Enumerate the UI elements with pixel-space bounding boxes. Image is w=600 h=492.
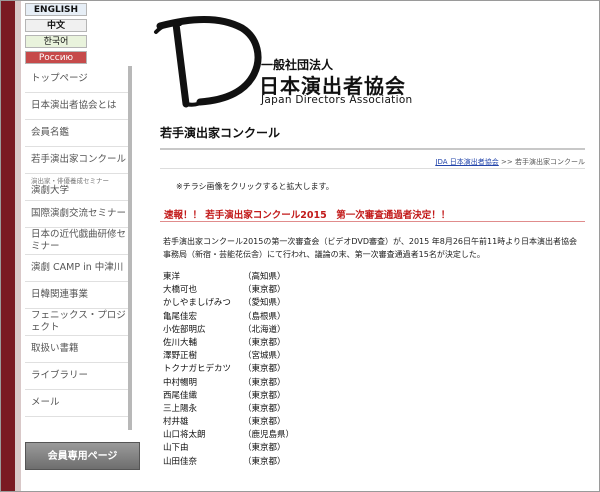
finalist-row: 佐川大輔 （東京都）: [163, 336, 363, 349]
finalist-prefecture: （東京都）: [243, 364, 286, 375]
sidebar-item-about[interactable]: 日本演出者協会とは: [25, 93, 130, 120]
finalist-name: トクナガヒデカツ: [163, 364, 232, 375]
finalist-prefecture: （愛知県）: [243, 298, 286, 309]
sidebar-item-label: メール: [31, 397, 60, 408]
sidebar-item-label: 会員名鑑: [31, 127, 70, 138]
sidebar-item-label: ライブラリー: [31, 370, 89, 381]
finalist-name: 西尾佳織: [163, 390, 198, 401]
finalist-name: 山口将太朗: [163, 430, 206, 441]
sidebar-item-label: 日韓関連事業: [31, 289, 89, 300]
headline-divider: [160, 221, 585, 222]
finalist-row: 澤野正樹 （宮城県）: [163, 349, 363, 362]
finalist-prefecture: （東京都）: [243, 403, 286, 414]
finalist-row: 東洋 （高知県）: [163, 270, 363, 283]
sidebar-item-theater-college[interactable]: 演出家・俳優養成セミナー 演劇大学: [25, 174, 130, 201]
finalist-name: 東洋: [163, 272, 181, 282]
news-headline: 速報！！ 若手演出家コンクール2015 第一次審査通過者決定！！: [164, 210, 451, 221]
finalist-row: 亀尾佳宏 （島根県）: [163, 310, 363, 323]
sidebar-item-label: 演劇 CAMP in 中津川: [31, 262, 124, 273]
sidebar-item-label: トップページ: [31, 73, 88, 84]
flyer-note: ※チラシ画像をクリックすると拡大します。: [176, 182, 334, 191]
finalist-name: 山下由: [163, 443, 189, 454]
finalist-prefecture: （東京都）: [243, 443, 286, 454]
sidebar-item-label: 若手演出家コンクール: [31, 154, 127, 165]
sidebar-item-japan-korea[interactable]: 日韓関連事業: [25, 282, 130, 309]
sidebar-item-books[interactable]: 取扱い書籍: [25, 336, 130, 363]
sidebar-item-label: 日本の近代戯曲研修セミナー: [31, 229, 127, 252]
sidebar-item-label: 日本演出者協会とは: [31, 100, 117, 111]
title-divider: [160, 148, 585, 150]
logo-english-name: Japan Directors Association: [261, 94, 413, 106]
finalist-prefecture: （東京都）: [243, 456, 286, 467]
finalist-prefecture: （東京都）: [243, 337, 286, 348]
lang-russian-button[interactable]: Россию: [25, 51, 87, 64]
finalist-row: 中村暢明 （東京都）: [163, 376, 363, 389]
member-page-button[interactable]: 会員専用ページ: [25, 442, 140, 470]
finalist-prefecture: （島根県）: [243, 311, 286, 322]
left-decor-strip: [1, 1, 15, 491]
headline-band: 速報！！ 若手演出家コンクール2015 第一次審査通過者決定！！: [160, 205, 585, 221]
finalist-row: 山田佳奈 （東京都）: [163, 455, 363, 468]
announcement-text: 若手演出家コンクール2015の第一次審査会（ビデオDVD審査）が、2015 年8…: [163, 237, 578, 259]
sidebar-item-label: 国際演劇交流セミナー: [31, 208, 127, 219]
finalist-name: 亀尾佳宏: [163, 311, 198, 322]
sidebar-item-sublabel: 演出家・俳優養成セミナー: [31, 177, 109, 185]
finalist-name: 小佐部明広: [163, 324, 206, 335]
sidebar-item-contest[interactable]: 若手演出家コンクール: [25, 147, 130, 174]
lang-chinese-button[interactable]: 中文: [25, 19, 87, 32]
finalist-row: 西尾佳織 （東京都）: [163, 389, 363, 402]
finalist-name: 山田佳奈: [163, 456, 198, 467]
sidebar-item-members[interactable]: 会員名鑑: [25, 120, 130, 147]
sidebar-nav: トップページ 日本演出者協会とは 会員名鑑 若手演出家コンクール 演出家・俳優養…: [25, 66, 130, 417]
sidebar-item-label: 取扱い書籍: [31, 343, 79, 354]
finalist-prefecture: （鹿児島県）: [243, 430, 295, 441]
finalist-row: かしやましげみつ （愛知県）: [163, 296, 363, 309]
finalist-name: 村井雄: [163, 417, 189, 428]
lang-english-button[interactable]: ENGLISH: [25, 3, 87, 16]
breadcrumb-separator: >>: [498, 158, 515, 166]
breadcrumb: JDA 日本演出者協会 >> 若手演出家コンクール: [400, 157, 585, 167]
finalist-prefecture: （宮城県）: [243, 351, 286, 362]
finalist-name: 中村暢明: [163, 377, 198, 388]
sidebar-item-library[interactable]: ライブラリー: [25, 363, 130, 390]
sidebar-item-mail[interactable]: メール: [25, 390, 130, 417]
finalist-prefecture: （高知県）: [243, 272, 286, 282]
sidebar-item-label: フェニックス・プロジェクト: [31, 310, 126, 333]
breadcrumb-home-link[interactable]: JDA 日本演出者協会: [435, 158, 498, 166]
left-decor-strip-inner: [15, 1, 21, 491]
sidebar-item-phoenix[interactable]: フェニックス・プロジェクト: [25, 309, 130, 336]
breadcrumb-current: 若手演出家コンクール: [515, 158, 585, 166]
finalist-name: かしやましげみつ: [163, 298, 231, 309]
sidebar-item-modern-drama-seminar[interactable]: 日本の近代戯曲研修セミナー: [25, 228, 130, 255]
finalist-prefecture: （東京都）: [243, 390, 286, 401]
finalist-row: トクナガヒデカツ （東京都）: [163, 362, 363, 375]
finalist-row: 小佐部明広 （北海道）: [163, 323, 363, 336]
finalist-row: 大橋可也 （東京都）: [163, 283, 363, 296]
finalist-name: 三上陽永: [163, 403, 198, 414]
finalist-row: 山口将太朗 （鹿児島県）: [163, 428, 363, 441]
sidebar-item-label: 演劇大学: [31, 185, 70, 196]
finalist-list: 東洋 （高知県） 大橋可也 （東京都） かしやましげみつ （愛知県） 亀尾佳宏 （島根県…: [163, 270, 363, 468]
finalist-prefecture: （東京都）: [243, 285, 286, 296]
page-title: 若手演出家コンクール: [160, 126, 281, 140]
breadcrumb-divider: [160, 168, 585, 169]
finalist-prefecture: （東京都）: [243, 417, 286, 428]
finalist-name: 大橋可也: [163, 285, 198, 296]
finalist-row: 村井雄 （東京都）: [163, 415, 363, 428]
sidebar-accent-bar: [128, 66, 132, 430]
finalist-name: 佐川大輔: [163, 337, 198, 348]
lang-korean-button[interactable]: 한국어: [25, 35, 87, 48]
sidebar-item-international-seminar[interactable]: 国際演劇交流セミナー: [25, 201, 130, 228]
finalist-row: 三上陽永 （東京都）: [163, 402, 363, 415]
finalist-row: 山下由 （東京都）: [163, 441, 363, 454]
sidebar-item-top[interactable]: トップページ: [25, 66, 130, 93]
finalist-prefecture: （東京都）: [243, 377, 286, 388]
finalist-prefecture: （北海道）: [243, 324, 286, 335]
sidebar-item-camp[interactable]: 演劇 CAMP in 中津川: [25, 255, 130, 282]
finalist-name: 澤野正樹: [163, 351, 198, 362]
